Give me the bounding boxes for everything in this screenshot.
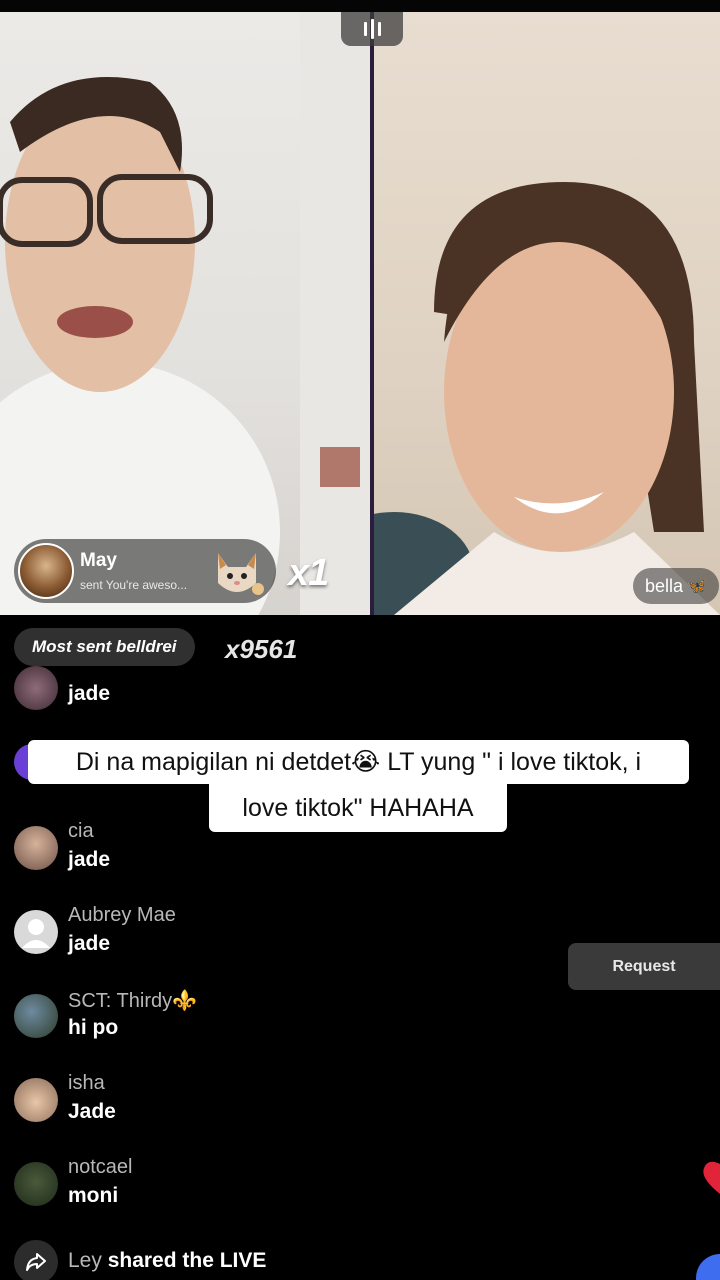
most-sent-count: x9561 — [225, 634, 298, 664]
comment-row: SCT: Thirdy⚜️ hi po — [0, 988, 560, 1048]
default-avatar-icon — [22, 919, 50, 948]
caption-line-1: Di na mapigilan ni detdet😭 LT yung " i l… — [28, 740, 689, 784]
share-text: Ley shared the LIVE — [68, 1249, 266, 1273]
split-screen-button[interactable] — [341, 12, 403, 46]
comment-row: jade — [0, 666, 560, 726]
bar-icon — [370, 19, 374, 39]
avatar[interactable] — [14, 910, 58, 954]
comment-row: isha Jade — [0, 1072, 560, 1132]
left-video-feed[interactable] — [0, 12, 370, 615]
comment-username: cia — [68, 820, 94, 842]
host-name: bella — [645, 575, 684, 596]
cat-gift-icon — [218, 553, 264, 595]
avatar[interactable] — [14, 1162, 58, 1206]
host-video-image — [374, 182, 720, 615]
avatar[interactable] — [14, 826, 58, 870]
comment-row: Aubrey Mae jade — [0, 904, 560, 964]
most-sent-badge: Most sent belldrei — [14, 628, 195, 666]
gift-sender-name: May — [80, 550, 117, 571]
comment-text: jade — [68, 932, 111, 955]
request-button[interactable]: Request — [568, 943, 720, 990]
comment-username: Aubrey Mae — [68, 904, 176, 926]
bar-icon — [377, 22, 381, 36]
share-username: Ley — [68, 1249, 102, 1272]
heart-icon[interactable] — [700, 1160, 720, 1196]
avatar[interactable] — [14, 1078, 58, 1122]
gift-count: x1 — [288, 552, 329, 594]
share-action: shared the LIVE — [101, 1249, 267, 1272]
comment-text: Jade — [68, 1100, 116, 1123]
host-name-badge[interactable]: bella 🦋 — [633, 568, 719, 604]
status-bar — [0, 0, 720, 12]
share-icon — [14, 1240, 58, 1280]
caption-line-2: love tiktok" HAHAHA — [209, 784, 507, 832]
bar-icon — [363, 22, 367, 36]
comment-username: SCT: Thirdy⚜️ — [68, 990, 198, 1012]
comment-text: jade — [68, 682, 111, 705]
comment-row: notcael moni — [0, 1156, 560, 1216]
comment-username: isha — [68, 1072, 105, 1094]
share-notice: Ley shared the LIVE — [0, 1240, 400, 1280]
right-video-feed[interactable] — [374, 12, 720, 615]
comment-text: hi po — [68, 1016, 119, 1039]
avatar[interactable] — [14, 666, 58, 710]
comment-text: moni — [68, 1184, 119, 1207]
floating-action-button[interactable] — [696, 1254, 720, 1280]
avatar[interactable] — [14, 994, 58, 1038]
guest-video-image — [0, 12, 370, 615]
comment-text: jade — [68, 848, 111, 871]
gift-message: sent You're aweso... — [80, 578, 188, 592]
butterfly-icon: 🦋 — [687, 578, 707, 595]
sender-avatar — [18, 543, 74, 599]
comment-username: notcael — [68, 1156, 133, 1178]
